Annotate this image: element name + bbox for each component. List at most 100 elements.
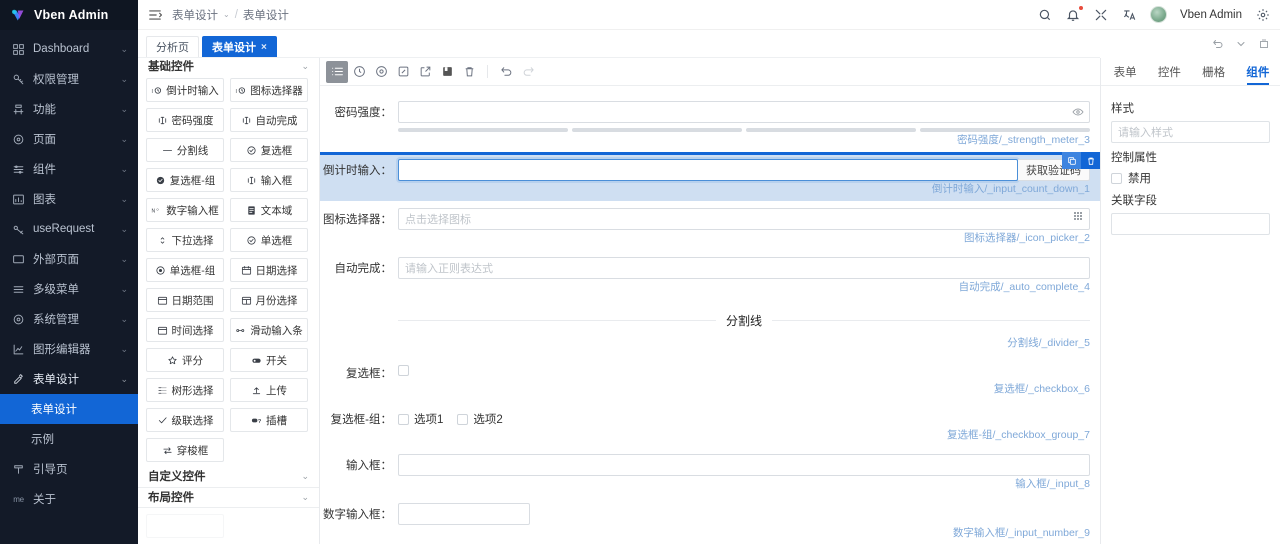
palette-item-13[interactable]: 日期选择 (230, 258, 308, 283)
palette-item-placeholder[interactable] (146, 514, 224, 538)
palette-item-1[interactable]: I 图标选择器 (230, 78, 308, 103)
username[interactable]: Vben Admin (1180, 9, 1242, 21)
sidebar-item-4[interactable]: 组件 ⌄ (0, 154, 138, 184)
sidebar-item-7[interactable]: 外部页面 ⌄ (0, 244, 138, 274)
search-icon[interactable] (1038, 7, 1053, 22)
palette-item-0[interactable]: I 倒计时输入 (146, 78, 224, 103)
tab-0[interactable]: 分析页 (146, 36, 199, 57)
palette-item-14[interactable]: 日期范围 (146, 288, 224, 313)
eye-icon[interactable] (1072, 106, 1084, 121)
fullscreen-icon[interactable] (1094, 7, 1109, 22)
sidebar-item-8[interactable]: 多级菜单 ⌄ (0, 274, 138, 304)
list-view-icon[interactable] (326, 60, 348, 83)
checkbox-option-1[interactable]: 选项2 (457, 411, 503, 427)
sidebar-item-9[interactable]: 系统管理 ⌄ (0, 304, 138, 334)
clear-icon[interactable] (458, 61, 480, 83)
checkbox-icon[interactable] (1111, 172, 1122, 184)
form-row-0[interactable]: 密码强度： 密码强度/_strength_meter_3 (320, 94, 1100, 152)
props-tab-1[interactable]: 控件 (1147, 58, 1191, 85)
grid-icon[interactable] (1074, 212, 1085, 223)
icon-picker-input[interactable]: 点击选择图标 (398, 208, 1090, 230)
avatar[interactable] (1149, 6, 1167, 23)
form-row-5[interactable]: 复选框： 复选框/_checkbox_6 (320, 355, 1100, 401)
breadcrumb-item-1[interactable]: 表单设计 (243, 7, 289, 23)
palette-group-header-0[interactable]: 基础控件 ⌄ (138, 58, 319, 74)
auto-complete-input[interactable]: 请输入正则表达式 (398, 257, 1090, 279)
disabled-checkbox-row[interactable]: 禁用 (1111, 170, 1270, 186)
form-row-7[interactable]: 输入框： 输入框/_input_8 (320, 447, 1100, 496)
palette-item-12[interactable]: 单选框-组 (146, 258, 224, 283)
sidebar-subitem-0[interactable]: 表单设计 (0, 394, 138, 424)
brand[interactable]: Vben Admin (0, 0, 138, 30)
palette-item-16[interactable]: 时间选择 (146, 318, 224, 343)
preview-icon[interactable] (348, 61, 370, 83)
form-row-4[interactable]: 分割线 分割线/_divider_5 (320, 299, 1100, 355)
sidebar-item-5[interactable]: 图表 ⌄ (0, 184, 138, 214)
delete-icon[interactable] (1081, 152, 1100, 169)
palette-item-2[interactable]: 密码强度 (146, 108, 224, 133)
sidebar-item-0[interactable]: Dashboard ⌄ (0, 34, 138, 64)
palette-item-3[interactable]: 自动完成 (230, 108, 308, 133)
palette-item-20[interactable]: 树形选择 (146, 378, 224, 403)
props-tab-2[interactable]: 栅格 (1192, 58, 1236, 85)
json-icon[interactable] (370, 61, 392, 83)
palette-group-header-1[interactable]: 自定义控件 ⌄ (138, 468, 319, 484)
palette-item-4[interactable]: 分割线 (146, 138, 224, 163)
sidebar-subitem-1[interactable]: 示例 (0, 424, 138, 454)
number-input[interactable] (398, 503, 530, 525)
palette-item-7[interactable]: 输入框 (230, 168, 308, 193)
palette-item-11[interactable]: 单选框 (230, 228, 308, 253)
menu-fold-icon[interactable] (148, 8, 163, 22)
palette-item-6[interactable]: 复选框-组 (146, 168, 224, 193)
palette-item-23[interactable]: ? 插槽 (230, 408, 308, 433)
palette-item-10[interactable]: 下拉选择 (146, 228, 224, 253)
checkbox-group-control[interactable]: 选项1 选项2 (398, 408, 1090, 427)
palette-item-8[interactable]: No 数字输入框 (146, 198, 224, 223)
sidebar-item-6[interactable]: useRequest ⌄ (0, 214, 138, 244)
text-input[interactable] (398, 454, 1090, 476)
checkbox-icon[interactable] (398, 413, 409, 425)
palette-item-15[interactable]: 月份选择 (230, 288, 308, 313)
sidebar-item-1[interactable]: 权限管理 ⌄ (0, 64, 138, 94)
chevron-down-icon[interactable] (1234, 38, 1247, 51)
form-canvas[interactable]: 密码强度： 密码强度/_strength_meter_3 倒计时输入： 获取验证码 倒计… (320, 86, 1100, 544)
palette-group-header-2[interactable]: 布局控件 ⌄ (138, 489, 319, 505)
checkbox-control[interactable] (398, 362, 1090, 376)
bell-icon[interactable] (1066, 6, 1083, 22)
palette-item-9[interactable]: 文本域 (230, 198, 308, 223)
palette-item-17[interactable]: 滑动输入条 (230, 318, 308, 343)
count-down-input[interactable] (398, 159, 1018, 181)
save-icon[interactable] (436, 61, 458, 83)
palette-item-24[interactable]: 穿梭框 (146, 438, 224, 463)
checkbox-option-0[interactable]: 选项1 (398, 411, 443, 427)
props-tab-0[interactable]: 表单 (1103, 58, 1147, 85)
palette-item-18[interactable]: 评分 (146, 348, 224, 373)
checkbox-icon[interactable] (457, 413, 469, 425)
form-row-6[interactable]: 复选框-组： 选项1 选项2 复选框-组/_checkbox_group_7 (320, 401, 1100, 447)
undo-icon[interactable] (495, 61, 517, 83)
palette-item-5[interactable]: 复选框 (230, 138, 308, 163)
palette-item-19[interactable]: 开关 (230, 348, 308, 373)
copy-icon[interactable] (1062, 152, 1081, 169)
undo-icon[interactable] (1211, 38, 1224, 51)
gear-icon[interactable] (1255, 7, 1270, 22)
form-row-2[interactable]: 图标选择器： 点击选择图标 图标选择器/_icon_picker_2 (320, 201, 1100, 250)
style-input[interactable]: 请输入样式 (1111, 121, 1270, 143)
language-icon[interactable] (1122, 7, 1137, 22)
sidebar-bottom-item-1[interactable]: me 关于 (0, 484, 138, 514)
sidebar-item-10[interactable]: 图形编辑器 ⌄ (0, 334, 138, 364)
close-icon[interactable]: × (261, 42, 267, 53)
palette-item-22[interactable]: 级联选择 (146, 408, 224, 433)
expand-icon[interactable] (1257, 38, 1270, 51)
tab-1[interactable]: 表单设计 × (202, 36, 277, 57)
code-icon[interactable] (392, 61, 414, 83)
sidebar-item-2[interactable]: 功能 ⌄ (0, 94, 138, 124)
palette-item-21[interactable]: 上传 (230, 378, 308, 403)
form-row-1[interactable]: 倒计时输入： 获取验证码 倒计时输入/_input_count_down_1 (320, 152, 1100, 201)
props-tab-3[interactable]: 组件 (1236, 58, 1280, 85)
form-row-8[interactable]: 数字输入框： 数字输入框/_input_number_9 (320, 496, 1100, 544)
checkbox-icon[interactable] (398, 365, 409, 376)
form-row-3[interactable]: 自动完成： 请输入正则表达式 自动完成/_auto_complete_4 (320, 250, 1100, 299)
breadcrumb-item-0[interactable]: 表单设计 (172, 7, 218, 23)
sidebar-item-11[interactable]: 表单设计 ⌄ (0, 364, 138, 394)
